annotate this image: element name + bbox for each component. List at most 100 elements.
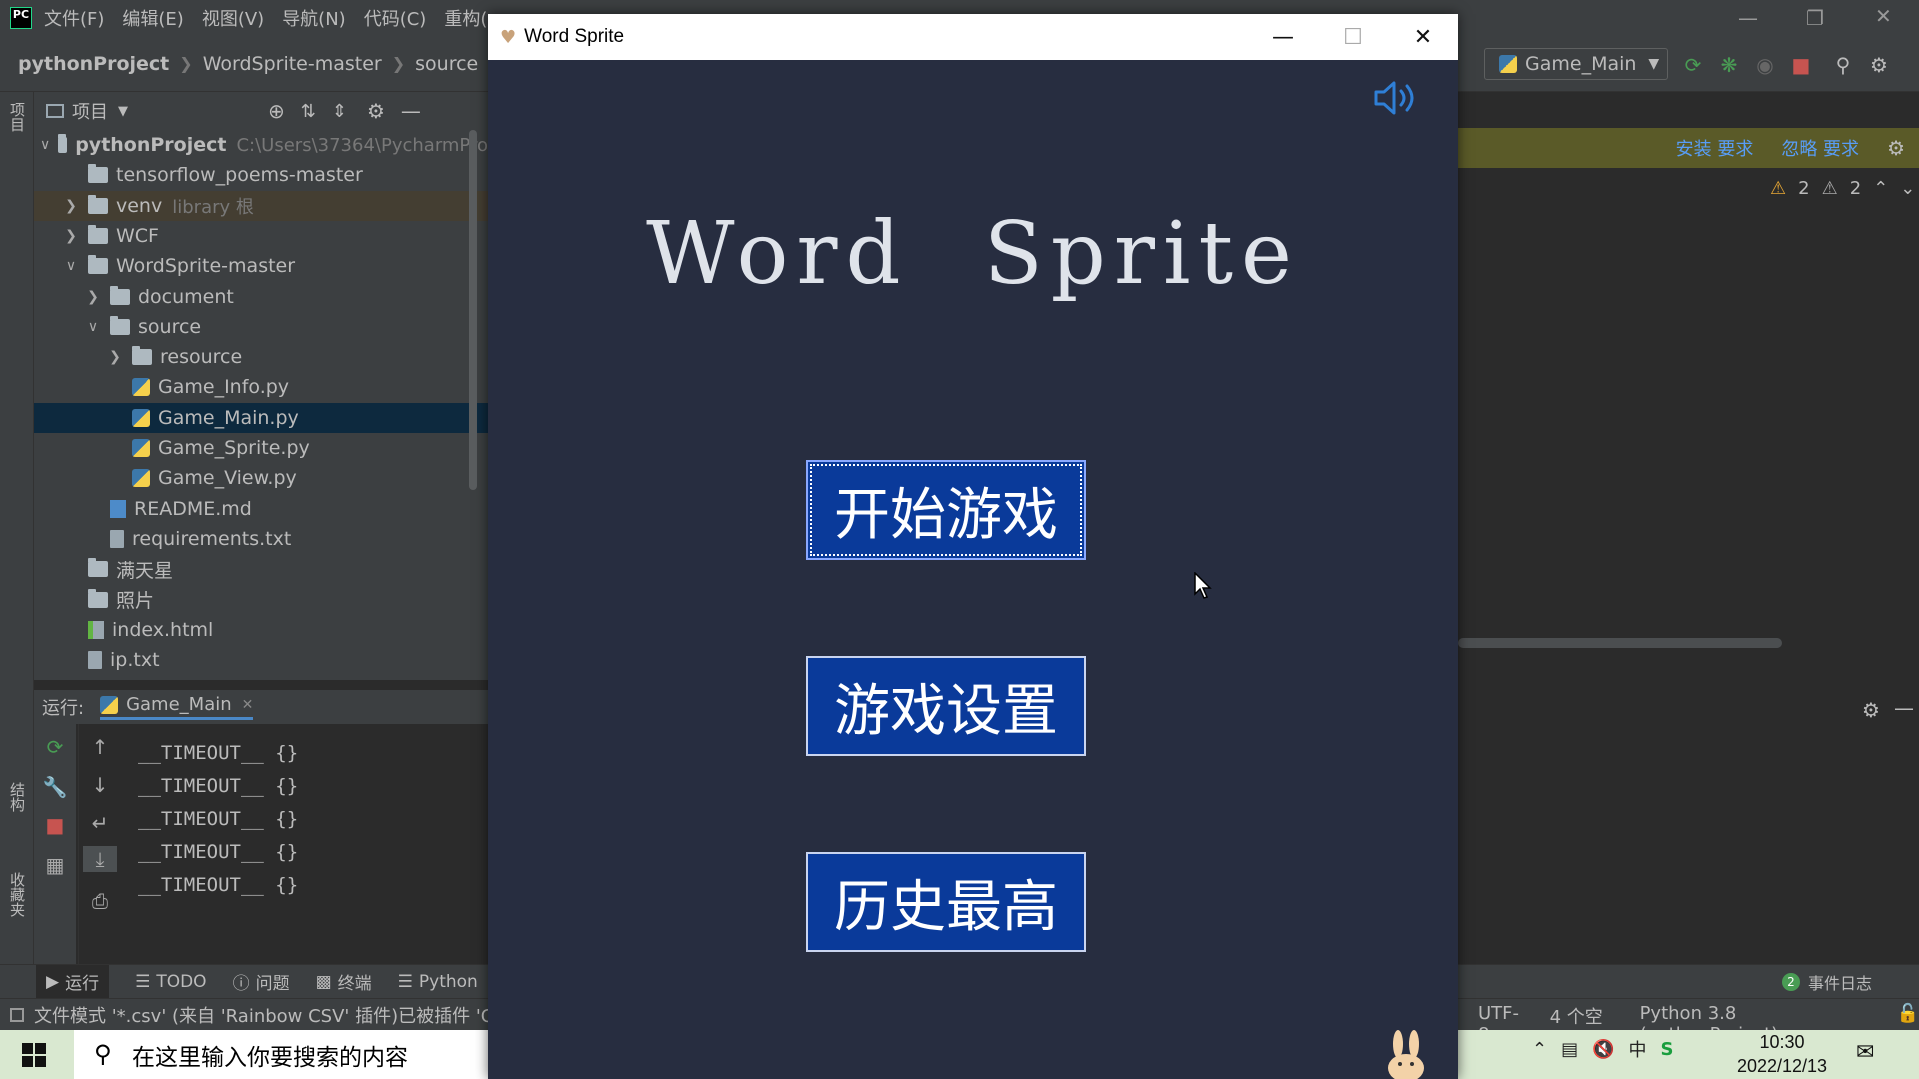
menu-view[interactable]: 视图(V) bbox=[202, 5, 264, 31]
stop-icon[interactable]: ■ bbox=[42, 812, 68, 838]
windows-start-icon[interactable] bbox=[22, 1042, 46, 1067]
toggle-tool-windows-icon[interactable] bbox=[10, 1007, 24, 1022]
wrench-icon[interactable]: 🔧 bbox=[42, 774, 68, 800]
menu-file[interactable]: 文件(F) bbox=[44, 5, 104, 31]
todo-tool-button[interactable]: ☰ TODO bbox=[135, 972, 207, 992]
run-tool-button[interactable]: ▶ 运行 bbox=[36, 965, 110, 998]
chevron-right-icon[interactable]: ❯ bbox=[62, 228, 80, 244]
tree-item[interactable]: ❯ WCF bbox=[34, 221, 488, 251]
chevron-right-icon[interactable]: ❯ bbox=[62, 198, 80, 214]
menu-edit[interactable]: 编辑(E) bbox=[122, 5, 183, 31]
tree-item[interactable]: Game_View.py bbox=[34, 463, 488, 493]
tool-window-favorites[interactable]: 收藏夹 bbox=[7, 872, 28, 917]
rerun-icon[interactable]: ⟳ bbox=[1680, 52, 1706, 78]
menu-code[interactable]: 代码(C) bbox=[364, 5, 427, 31]
stop-icon[interactable]: ■ bbox=[1788, 52, 1814, 78]
network-icon[interactable]: ▤ bbox=[1561, 1039, 1578, 1060]
dropdown-arrow-icon[interactable]: ▼ bbox=[118, 104, 128, 119]
close-icon[interactable]: ✕ bbox=[1388, 14, 1458, 60]
chevron-down-icon[interactable]: ∨ bbox=[62, 258, 80, 274]
tree-item[interactable]: ❯ document bbox=[34, 282, 488, 312]
inspection-widget[interactable]: ⚠ 2 ⚠ 2 ⌃ ⌄ bbox=[1770, 178, 1915, 199]
tree-item[interactable]: ❯ resource bbox=[34, 342, 488, 372]
tree-item[interactable]: Game_Main.py bbox=[34, 402, 488, 433]
run-panel-gear-icon[interactable]: ⚙ bbox=[1862, 698, 1880, 722]
profile-icon[interactable]: ◉ bbox=[1752, 52, 1778, 78]
expand-all-icon[interactable]: ⇅ bbox=[301, 101, 316, 122]
tree-item[interactable]: index.html bbox=[34, 615, 488, 645]
tool-window-structure[interactable]: 结构 bbox=[7, 782, 28, 812]
menu-refactor[interactable]: 重构( bbox=[444, 5, 487, 31]
taskbar-search-box[interactable]: ⚲ 在这里输入你要搜索的内容 bbox=[74, 1030, 488, 1079]
run-config-dropdown[interactable]: Game_Main ▼ bbox=[1484, 48, 1668, 80]
word-sprite-titlebar[interactable]: ♥ Word Sprite — ☐ ✕ bbox=[488, 14, 1458, 60]
breadcrumb-source[interactable]: source bbox=[415, 53, 478, 75]
status-message[interactable]: 文件模式 '*.csv' (来自 'Rainbow CSV' 插件)已被插件 '… bbox=[34, 1002, 505, 1028]
volume-muted-icon[interactable]: 🔇 bbox=[1592, 1039, 1614, 1060]
install-requirements-link[interactable]: 安装 要求 bbox=[1676, 135, 1754, 161]
hide-panel-icon[interactable]: — bbox=[401, 99, 421, 123]
tree-item[interactable]: ip.txt bbox=[34, 645, 488, 675]
run-panel-hide-icon[interactable]: — bbox=[1894, 696, 1914, 720]
tree-item[interactable]: ❯ venv library 根 bbox=[34, 190, 488, 221]
tree-item[interactable]: 满天星 bbox=[34, 554, 488, 584]
panel-settings-gear-icon[interactable]: ⚙ bbox=[367, 99, 385, 123]
taskbar-clock[interactable]: 10:30 2022/12/13 bbox=[1728, 1030, 1836, 1078]
ide-minimize-icon[interactable]: — bbox=[1738, 6, 1758, 30]
ide-close-icon[interactable]: ✕ bbox=[1875, 4, 1892, 28]
tool-window-project[interactable]: 项目 bbox=[7, 102, 28, 132]
chevron-right-icon[interactable]: ❯ bbox=[84, 289, 102, 305]
chevron-down-icon[interactable]: ∨ bbox=[40, 137, 50, 153]
chevron-right-icon[interactable]: ❯ bbox=[106, 349, 124, 365]
collapse-all-icon[interactable]: ⇕ bbox=[332, 101, 347, 122]
tree-item[interactable]: Game_Sprite.py bbox=[34, 433, 488, 463]
notification-center-icon[interactable]: ✉ bbox=[1856, 1040, 1874, 1065]
tree-item[interactable]: Game_Info.py bbox=[34, 372, 488, 402]
maximize-icon[interactable]: ☐ bbox=[1318, 14, 1388, 60]
tree-item[interactable]: ∨ source bbox=[34, 312, 488, 342]
previous-highlight-icon[interactable]: ⌃ bbox=[1873, 178, 1888, 199]
sogou-ime-icon[interactable]: S bbox=[1661, 1039, 1674, 1060]
game-settings-button[interactable]: 游戏设置 bbox=[806, 656, 1086, 756]
editor-area[interactable] bbox=[1458, 92, 1919, 964]
tree-item[interactable]: ∨ pythonProject C:\Users\37364\PycharmPro bbox=[34, 130, 488, 160]
debug-bug-icon[interactable]: ❋ bbox=[1716, 52, 1742, 78]
breadcrumb-folder[interactable]: WordSprite-master bbox=[203, 53, 382, 75]
search-icon[interactable]: ⚲ bbox=[1830, 52, 1856, 78]
terminal-tool-button[interactable]: ▩ 终端 bbox=[316, 969, 372, 995]
ignore-requirements-link[interactable]: 忽略 要求 bbox=[1781, 135, 1859, 161]
start-game-button[interactable]: 开始游戏 bbox=[806, 460, 1086, 560]
sound-speaker-icon[interactable] bbox=[1372, 78, 1420, 118]
tree-scrollbar[interactable] bbox=[469, 130, 477, 490]
next-highlight-icon[interactable]: ⌄ bbox=[1900, 178, 1915, 199]
tree-item[interactable]: README.md bbox=[34, 494, 488, 524]
layout-icon[interactable]: ▦ bbox=[42, 852, 68, 878]
minimize-icon[interactable]: — bbox=[1248, 14, 1318, 60]
chevron-down-icon[interactable]: ∨ bbox=[84, 319, 102, 335]
scroll-to-end-icon[interactable]: ⤓ bbox=[83, 846, 117, 872]
editor-h-scrollbar[interactable] bbox=[1458, 638, 1782, 648]
tree-item[interactable]: requirements.txt bbox=[34, 524, 488, 554]
scroll-up-icon[interactable]: ↑ bbox=[87, 734, 113, 760]
soft-wrap-icon[interactable]: ↵ bbox=[87, 810, 113, 836]
problems-tool-button[interactable]: ⓘ 问题 bbox=[233, 969, 290, 994]
tree-item[interactable]: ∨ WordSprite-master bbox=[34, 251, 488, 281]
close-tab-icon[interactable]: ✕ bbox=[242, 697, 254, 713]
menu-navigate[interactable]: 导航(N) bbox=[282, 5, 346, 31]
print-icon[interactable]: ⎙ bbox=[87, 888, 113, 914]
event-log-button[interactable]: 2 事件日志 bbox=[1782, 970, 1872, 994]
high-score-button[interactable]: 历史最高 bbox=[806, 852, 1086, 952]
show-hidden-icons-icon[interactable]: ⌃ bbox=[1532, 1039, 1547, 1060]
notification-gear-icon[interactable]: ⚙ bbox=[1887, 136, 1905, 160]
project-panel-title[interactable]: 项目 bbox=[72, 98, 108, 124]
breadcrumb-project[interactable]: pythonProject bbox=[18, 53, 169, 75]
ime-indicator[interactable]: 中 bbox=[1629, 1036, 1647, 1062]
python-console-tool-button[interactable]: ☰ Python bbox=[398, 972, 478, 992]
tree-item[interactable]: main.py bbox=[34, 675, 488, 680]
tree-item[interactable]: 照片 bbox=[34, 585, 488, 615]
ide-restore-icon[interactable]: ❐ bbox=[1806, 6, 1824, 30]
tree-item[interactable]: tensorflow_poems-master bbox=[34, 160, 488, 190]
locate-file-icon[interactable]: ⊕ bbox=[268, 99, 285, 123]
settings-gear-icon[interactable]: ⚙ bbox=[1866, 52, 1892, 78]
rerun-icon[interactable]: ⟳ bbox=[42, 734, 68, 760]
